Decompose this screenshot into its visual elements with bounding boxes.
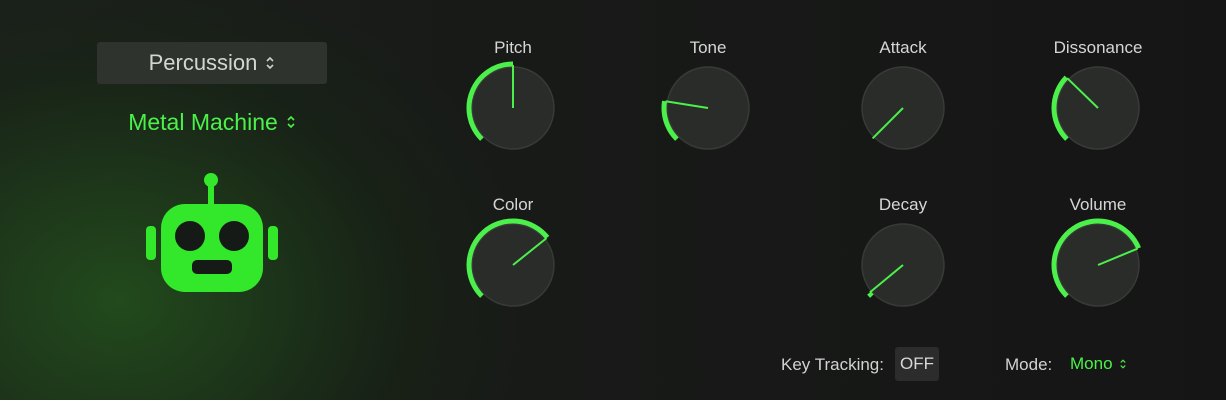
mode-select[interactable]: Mono — [1070, 352, 1127, 376]
attack-dial[interactable] — [853, 58, 953, 158]
volume-knob[interactable]: Volume — [1048, 195, 1148, 325]
preset-label: Metal Machine — [128, 108, 278, 135]
color-dial[interactable] — [463, 215, 563, 315]
attack-knob[interactable]: Attack — [853, 38, 953, 168]
tone-dial[interactable] — [658, 58, 758, 158]
tone-label: Tone — [689, 38, 727, 57]
mode-label: Mode: — [1005, 355, 1053, 374]
dissonance-knob[interactable]: Dissonance — [1048, 38, 1148, 168]
key-tracking-toggle[interactable]: OFF — [895, 347, 939, 381]
pitch-knob[interactable]: Pitch — [463, 38, 563, 168]
category-select[interactable]: Percussion — [97, 42, 327, 84]
decay-knob[interactable]: Decay — [853, 195, 953, 325]
pitch-label: Pitch — [494, 38, 532, 57]
dissonance-dial[interactable] — [1048, 58, 1148, 158]
decay-label: Decay — [878, 195, 928, 214]
updown-chevron-icon — [266, 56, 274, 70]
pitch-dial[interactable] — [463, 58, 563, 158]
category-label: Percussion — [148, 50, 258, 75]
decay-dial[interactable] — [853, 215, 953, 315]
volume-dial[interactable] — [1048, 215, 1148, 315]
attack-label: Attack — [879, 38, 927, 57]
color-label: Color — [492, 195, 534, 214]
mode-value: Mono — [1070, 354, 1113, 373]
volume-label: Volume — [1069, 195, 1127, 214]
updown-chevron-icon — [287, 115, 295, 129]
key-tracking-value: OFF — [900, 354, 934, 373]
knob-value-arc — [867, 291, 874, 298]
key-tracking-label: Key Tracking: — [781, 355, 884, 374]
preset-select[interactable]: Metal Machine — [97, 104, 327, 140]
color-knob[interactable]: Color — [463, 195, 563, 325]
tone-knob[interactable]: Tone — [658, 38, 758, 168]
robot-icon — [146, 173, 278, 292]
dissonance-label: Dissonance — [1053, 38, 1143, 57]
updown-chevron-icon — [1119, 359, 1126, 369]
